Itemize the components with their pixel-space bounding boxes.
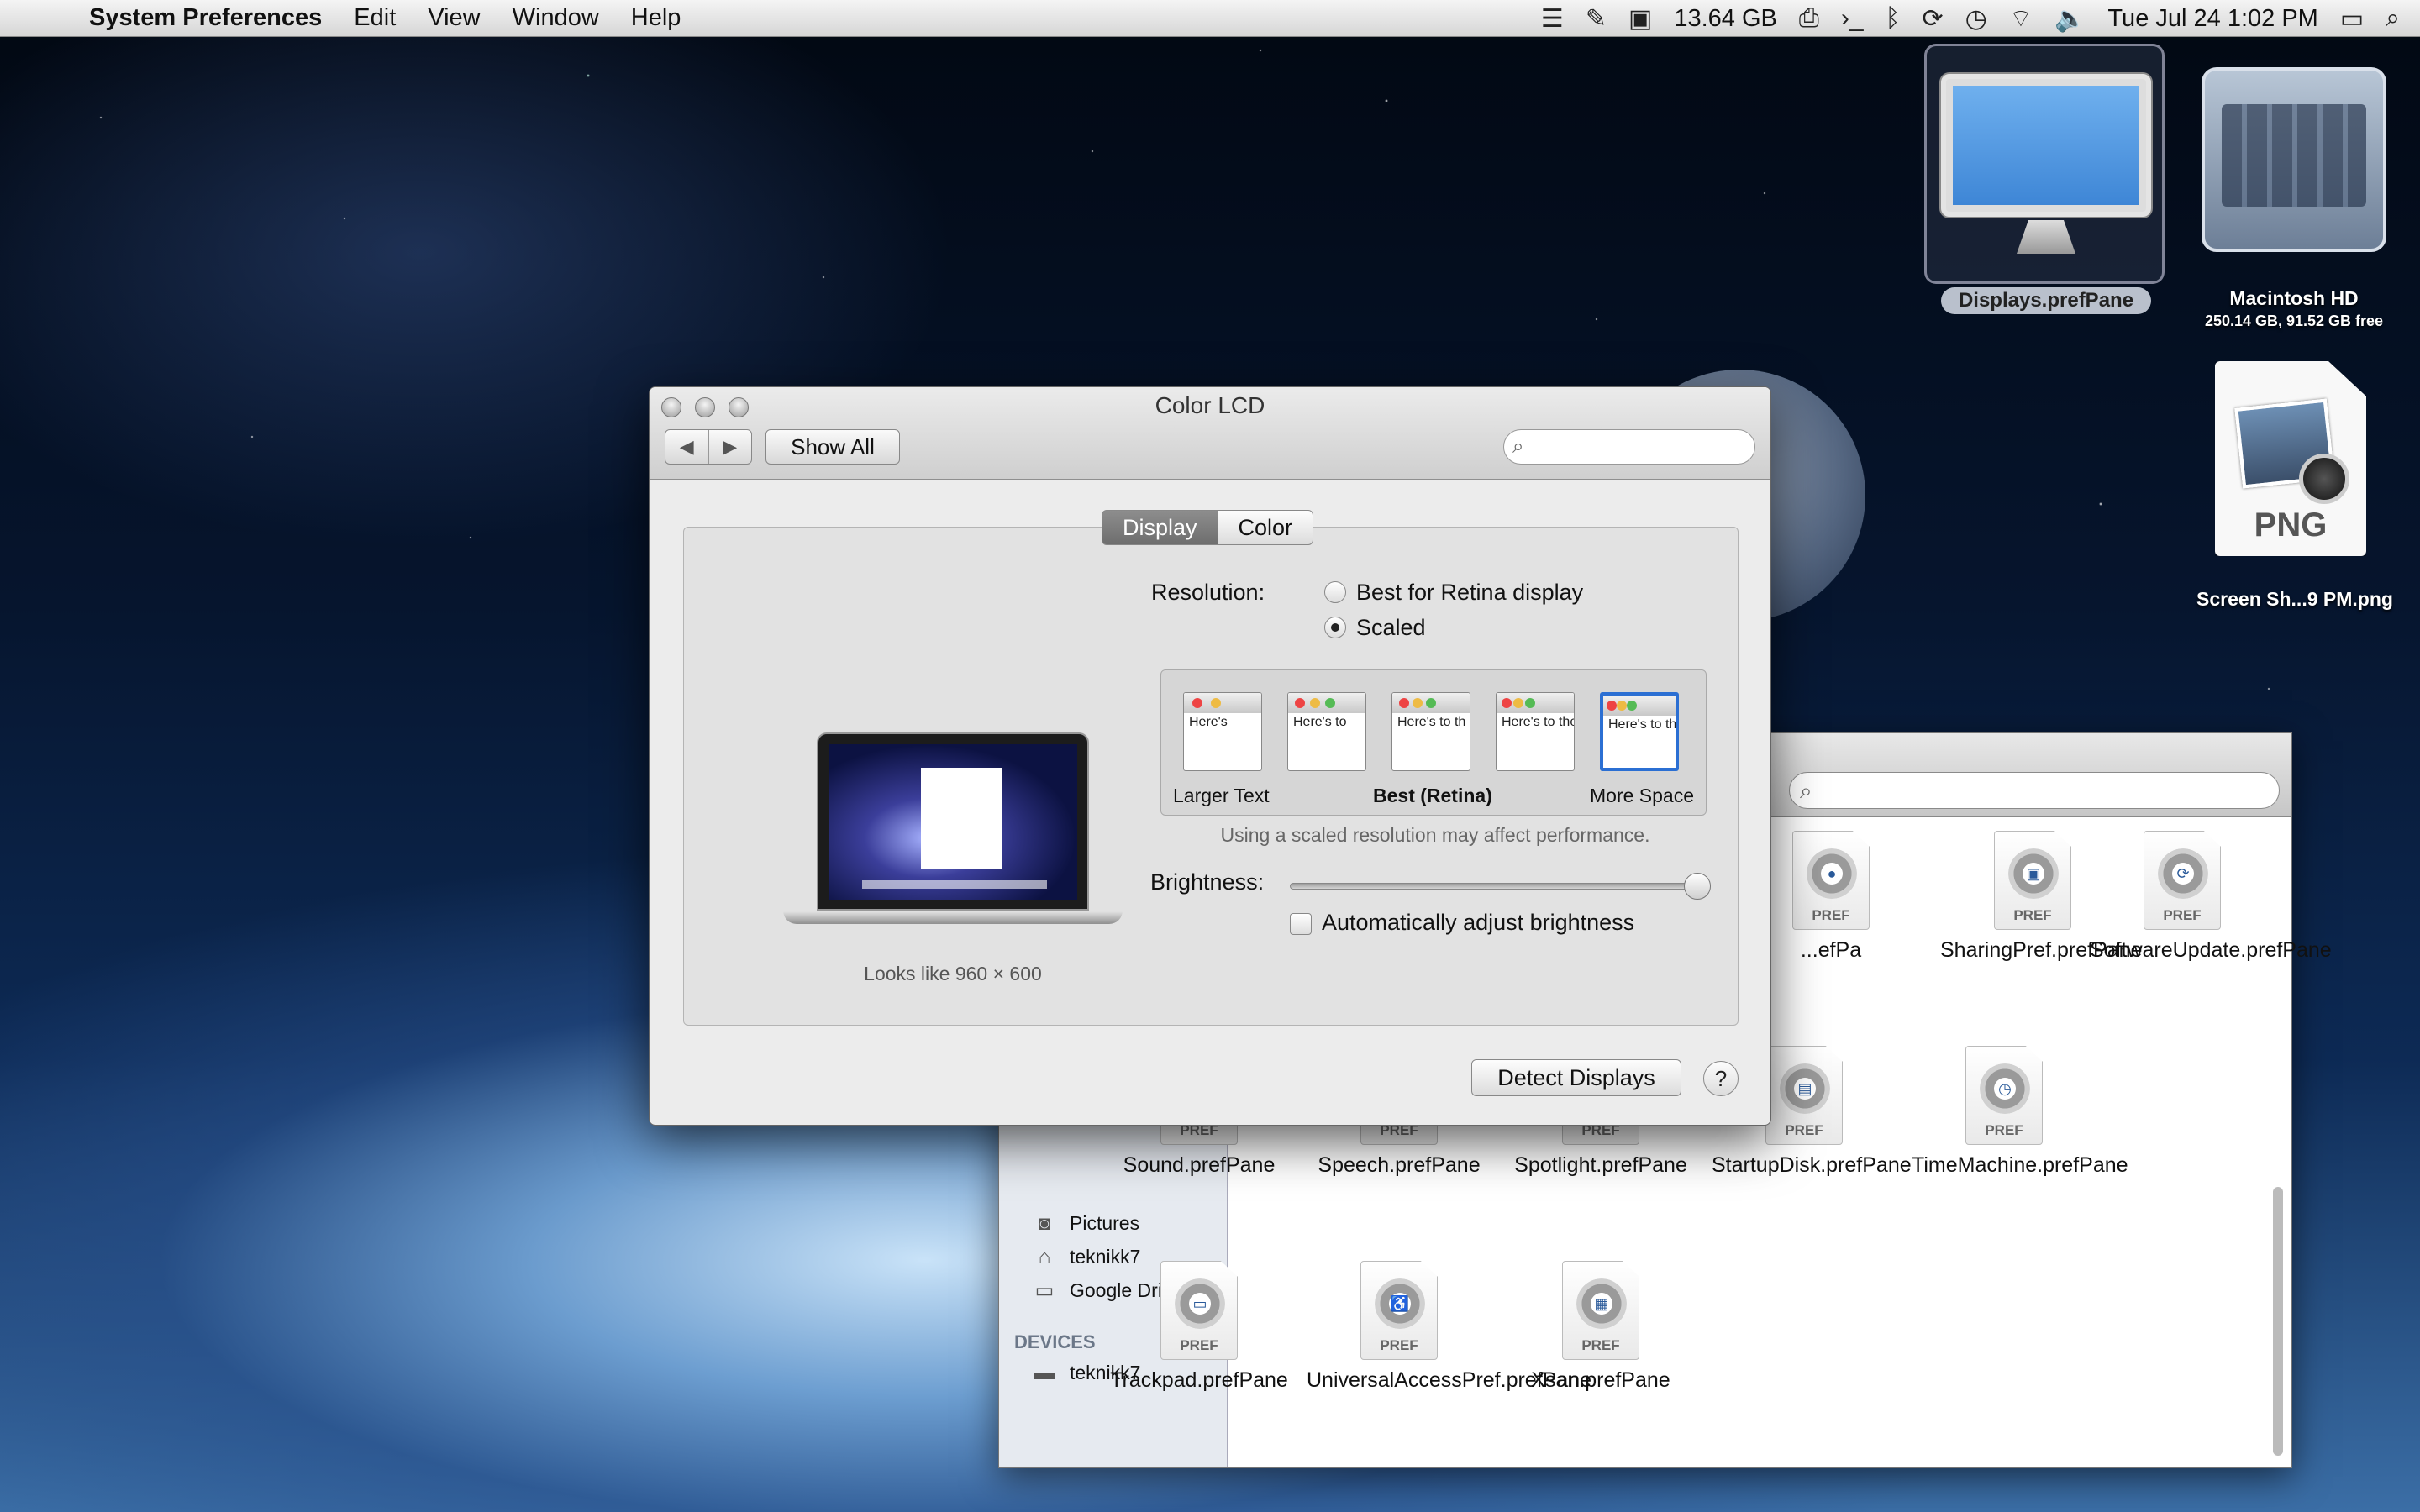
battery-icon[interactable]: ▭ [2340, 4, 2364, 34]
menu-view[interactable]: View [428, 4, 480, 32]
nav-buttons: ◀ ▶ [665, 429, 752, 465]
trackpad-icon: ▭ PREF [1160, 1261, 1238, 1360]
memory-chip-icon[interactable]: ▣ [1628, 4, 1652, 34]
volume-icon[interactable]: 🔈 [2054, 4, 2086, 34]
tab-bar: Display Color [1102, 510, 1314, 545]
display-prefs-window: Color LCD ◀ ▶ Show All ⌕ Display Color L… [649, 386, 1771, 1126]
hard-drive-label[interactable]: Macintosh HD [2176, 287, 2412, 310]
back-button[interactable]: ◀ [666, 430, 709, 464]
wifi-icon[interactable]: ⌔ [2009, 3, 2033, 34]
time-machine-pref-icon: ◷ PREF [1965, 1046, 2043, 1145]
finder-scrollbar[interactable] [2273, 1187, 2283, 1456]
sidebar-item-pictures[interactable]: ◙ Pictures [1031, 1212, 1139, 1235]
memory-readout[interactable]: 13.64 GB [1674, 5, 1777, 33]
hard-drive-info: 250.14 GB, 91.52 GB free [2204, 312, 2384, 329]
png-badge: PNG [2254, 507, 2328, 543]
best-retina-label: Best (Retina) [1373, 785, 1492, 806]
file-name: Spotlight.prefPane [1514, 1153, 1687, 1177]
brightness-label: Brightness: [1150, 869, 1265, 895]
sync-icon[interactable]: ⟳ [1923, 4, 1944, 34]
scale-options: Here's Here's to Here's to th Here's to … [1160, 669, 1707, 816]
menu-edit[interactable]: Edit [354, 4, 396, 32]
sharing-icon: ▣ PREF [1994, 831, 2071, 930]
radio-scaled-label[interactable]: Scaled [1356, 615, 1426, 641]
file-name: Sound.prefPane [1123, 1153, 1276, 1177]
universal-access-icon: ♿ PREF [1360, 1261, 1438, 1360]
search-icon: ⌕ [1512, 435, 1524, 458]
devices-heading: DEVICES [1014, 1331, 1096, 1352]
resolution-label: Resolution: [1151, 580, 1265, 605]
camera-icon: ◙ [1038, 1211, 1051, 1235]
file-name: Trackpad.prefPane [1110, 1368, 1288, 1392]
sidebar-item-label: Pictures [1070, 1212, 1140, 1234]
startup-disk-icon: ▤ PREF [1765, 1046, 1843, 1145]
performance-note: Using a scaled resolution may affect per… [1220, 824, 1650, 846]
auto-brightness-label[interactable]: Automatically adjust brightness [1322, 910, 1634, 936]
show-all-button[interactable]: Show All [765, 429, 900, 465]
radio-scaled[interactable] [1324, 617, 1346, 638]
scale-option-4[interactable]: Here's to the cr [1496, 692, 1575, 771]
forward-button[interactable]: ▶ [709, 430, 752, 464]
larger-text-label: Larger Text [1173, 785, 1270, 806]
more-space-label: More Space [1590, 785, 1695, 806]
printer-icon[interactable]: ⎙ [1799, 4, 1819, 33]
laptop-preview [817, 732, 1089, 911]
radio-best-retina[interactable] [1324, 581, 1346, 603]
looks-like-text: Looks like 960 × 600 [864, 963, 1042, 984]
scale-option-best-retina[interactable]: Here's to th [1392, 692, 1470, 771]
status-area: ☰ ✎ ▣ 13.64 GB ⎙ ›_ ᛒ ⟳ ◷ ⌔ 🔈 Tue Jul 24… [1541, 0, 2400, 37]
search-icon: ⌕ [1800, 778, 1812, 803]
pref-file-item[interactable]: ⟳ PREF SoftwareUpdate.prefPane [2090, 831, 2332, 963]
menu-bar: System Preferences Edit View Window Help… [0, 0, 2420, 37]
bluetooth-icon[interactable]: ᛒ [1886, 4, 1901, 33]
tab-display[interactable]: Display [1102, 510, 1218, 545]
tab-color[interactable]: Color [1218, 510, 1314, 545]
detect-displays-button[interactable]: Detect Displays [1471, 1059, 1681, 1096]
menu-extra-icon[interactable]: ☰ [1541, 4, 1564, 34]
displays-monitor-icon[interactable] [1941, 74, 2151, 217]
file-name: TimeMachine.prefPane [1912, 1153, 2128, 1177]
prefpane-icon: ● PREF [1792, 831, 1870, 930]
window-titlebar[interactable]: Color LCD ◀ ▶ Show All ⌕ [650, 387, 1770, 480]
terminal-icon[interactable]: ›_ [1841, 4, 1864, 33]
menu-help[interactable]: Help [631, 4, 681, 32]
clock[interactable]: Tue Jul 24 1:02 PM [2107, 5, 2317, 33]
png-file-icon[interactable]: PNG [2215, 361, 2366, 556]
xsan-icon: ▦ PREF [1562, 1261, 1639, 1360]
menu-app-name[interactable]: System Preferences [89, 4, 322, 32]
scale-option-larger-text[interactable]: Here's [1183, 692, 1262, 771]
scale-option-2[interactable]: Here's to [1287, 692, 1366, 771]
time-machine-icon[interactable]: ◷ [1965, 4, 1987, 34]
brightness-slider-knob[interactable] [1684, 873, 1711, 900]
laptop-icon: ▬ [1034, 1361, 1055, 1384]
file-name: Speech.prefPane [1318, 1153, 1481, 1177]
pref-file-item[interactable]: ▭ PREF Trackpad.prefPane [1107, 1261, 1292, 1394]
laptop-base [783, 911, 1123, 924]
displays-icon-label[interactable]: Displays.prefPane [1941, 287, 2151, 314]
preview-lens-icon [2299, 454, 2349, 504]
software-update-icon: ⟳ PREF [2144, 831, 2221, 930]
file-name: StartupDisk.prefPane [1712, 1153, 1912, 1177]
file-name: Xsan.prefPane [1531, 1368, 1670, 1392]
home-icon: ⌂ [1038, 1245, 1051, 1268]
file-name: UniversalAccessPref.prefPane [1307, 1368, 1592, 1392]
finder-search-field[interactable]: ⌕ [1789, 772, 2280, 809]
spotlight-icon[interactable]: ⌕ [2386, 4, 2400, 33]
pref-file-item[interactable]: ♿ PREF UniversalAccessPref.prefPane [1307, 1261, 1592, 1394]
auto-brightness-checkbox[interactable] [1290, 913, 1312, 935]
file-name: SoftwareUpdate.prefPane [2090, 938, 2332, 962]
brightness-slider[interactable] [1290, 873, 1711, 900]
script-icon[interactable]: ✎ [1586, 4, 1607, 34]
pref-file-item[interactable]: ▦ PREF Xsan.prefPane [1508, 1261, 1693, 1394]
folder-icon: ▭ [1034, 1278, 1055, 1302]
radio-best-retina-label[interactable]: Best for Retina display [1356, 580, 1583, 606]
help-button[interactable]: ? [1703, 1061, 1739, 1096]
png-file-label[interactable]: Screen Sh...9 PM.png [2181, 588, 2408, 611]
prefs-search-field[interactable]: ⌕ [1503, 429, 1755, 465]
hard-drive-icon[interactable] [2202, 67, 2386, 252]
pref-file-item[interactable]: ◷ PREF TimeMachine.prefPane [1912, 1046, 2128, 1179]
menu-window[interactable]: Window [513, 4, 599, 32]
window-title: Color LCD [1155, 392, 1265, 418]
scale-option-more-space[interactable]: Here's to the crazy ones [1600, 692, 1679, 771]
